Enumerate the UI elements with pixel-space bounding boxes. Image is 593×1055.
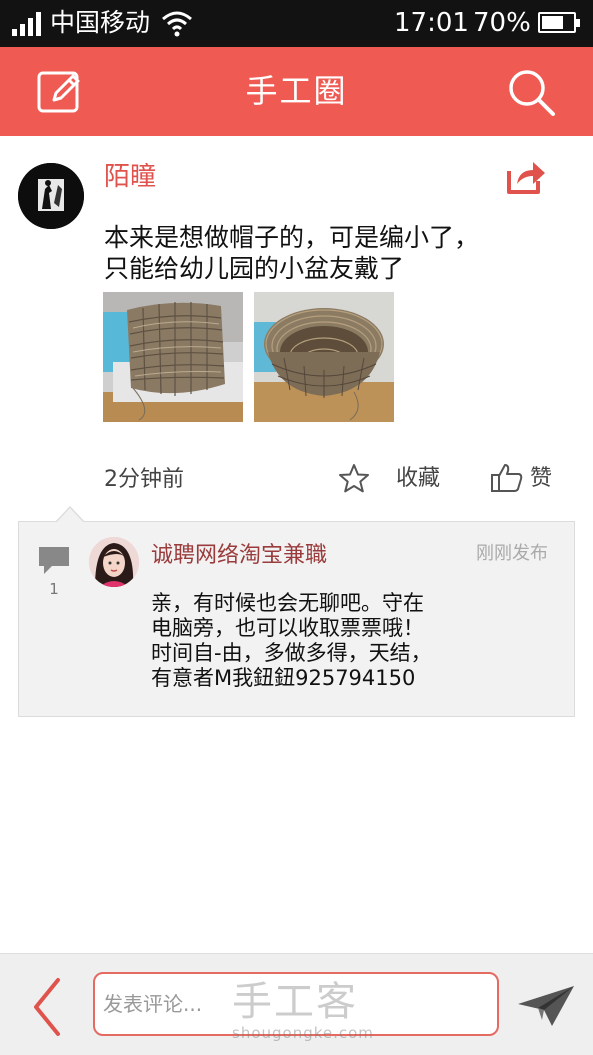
like-label: 赞 xyxy=(530,466,553,491)
comment-icon xyxy=(39,547,69,574)
post-text-line: 本来是想做帽子的，可是编小了， xyxy=(104,223,480,252)
woven-basket-top-photo xyxy=(254,292,394,422)
post-username[interactable]: 陌瞳 xyxy=(104,160,156,194)
like-button[interactable]: 赞 xyxy=(490,462,570,496)
post-text: 本来是想做帽子的，可是编小了， 只能给幼儿园的小盆友戴了 xyxy=(104,222,564,284)
comment-text: 亲，有时候也会无聊吧。守在 电脑旁，也可以收取票票哦！ 时间自-由，多做多得，天… xyxy=(151,591,531,691)
search-icon[interactable] xyxy=(507,68,557,118)
post-text-line: 只能给幼儿园的小盆友戴了 xyxy=(104,254,405,283)
app-bar: 手工圈 xyxy=(0,47,593,136)
comment-caret-inner xyxy=(56,508,84,523)
chevron-left-icon[interactable] xyxy=(30,976,64,1038)
comment-author[interactable]: 诚聘网络淘宝兼職 xyxy=(151,541,327,571)
comment-date: 刚刚发布 xyxy=(476,543,548,564)
clock: 17:01 xyxy=(394,8,469,38)
share-icon[interactable] xyxy=(505,157,547,197)
avatar[interactable] xyxy=(18,163,84,229)
watermark-url: shougongke.com xyxy=(232,1024,374,1042)
comment-text-line: 时间自-由，多做多得，天结， xyxy=(151,641,432,665)
battery-icon xyxy=(538,12,580,33)
post-time: 2分钟前 xyxy=(104,467,184,492)
post-image-2[interactable] xyxy=(254,292,394,422)
status-bar: 中国移动 17:01 70% xyxy=(0,0,593,47)
send-icon[interactable] xyxy=(516,984,576,1028)
comment-text-line: 亲，有时候也会无聊吧。守在 xyxy=(151,591,424,615)
signal-icon xyxy=(12,12,41,36)
carrier-name: 中国移动 xyxy=(50,8,151,37)
wifi-icon xyxy=(162,11,192,37)
favorite-label: 收藏 xyxy=(396,466,441,491)
page-title: 手工圈 xyxy=(245,72,348,110)
comment-text-line: 电脑旁，也可以收取票票哦！ xyxy=(151,616,424,640)
star-icon xyxy=(339,464,369,493)
comment-text-line: 有意者M我鈕鈕925794150 xyxy=(151,666,416,690)
post-image-1[interactable] xyxy=(103,292,243,422)
watermark: 手工客 xyxy=(232,979,358,1025)
comment-avatar[interactable] xyxy=(89,537,139,587)
battery-percent: 70% xyxy=(473,8,531,38)
avatar-image xyxy=(18,163,84,229)
comment-avatar-image xyxy=(89,537,139,587)
comment-count: 1 xyxy=(49,580,59,598)
woven-basket-side-photo xyxy=(103,292,243,422)
thumbs-up-icon xyxy=(491,464,523,492)
